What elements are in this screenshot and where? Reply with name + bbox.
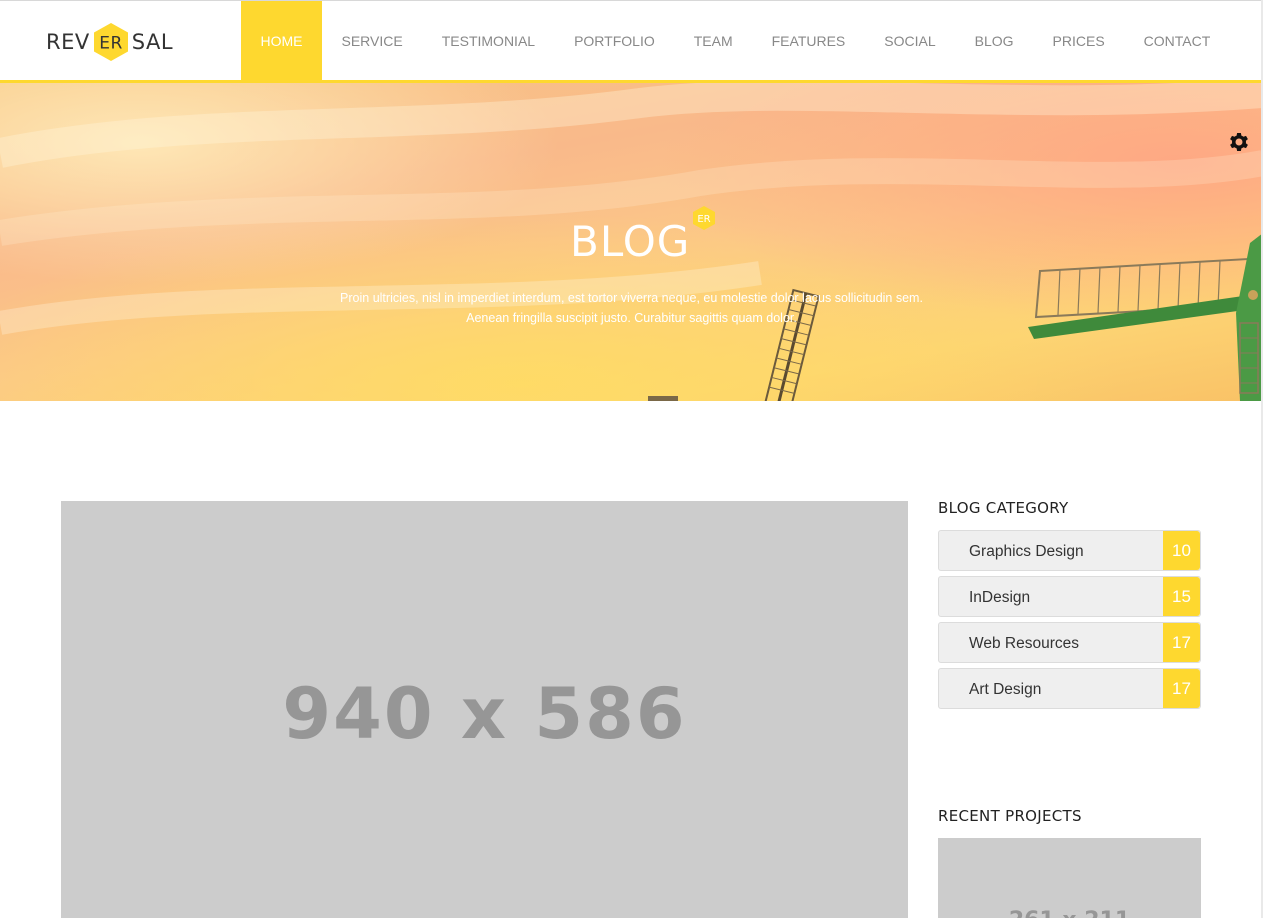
hero-title: BLOG [570, 217, 691, 266]
hero-badge-icon: ER [693, 206, 715, 230]
category-item[interactable]: Graphics Design 10 [938, 530, 1201, 571]
recent-project-image[interactable]: 261 x 211 [938, 838, 1201, 918]
category-label: InDesign [969, 589, 1031, 606]
nav-features[interactable]: FEATURES [752, 1, 865, 81]
logo-text-right: SAL [131, 30, 174, 54]
site-header: REV ER SAL HOME SERVICE TESTIMONIAL PORT… [0, 0, 1263, 83]
hero-subtitle: Proin ultricies, nisl in imperdiet inter… [0, 288, 1263, 328]
image-placeholder-text: 940 x 586 [282, 673, 687, 755]
logo-mark-text: ER [99, 34, 123, 54]
nav-prices[interactable]: PRICES [1033, 1, 1124, 81]
hero-banner: BLOG ER Proin ultricies, nisl in imperdi… [0, 83, 1263, 401]
category-count-badge: 15 [1163, 577, 1200, 616]
category-count-badge: 17 [1163, 669, 1200, 708]
nav-blog[interactable]: BLOG [955, 1, 1033, 81]
nav-testimonial[interactable]: TESTIMONIAL [422, 1, 554, 81]
hero-subtitle-line-2: Aenean fringilla suscipit justo. Curabit… [466, 311, 797, 325]
category-item[interactable]: InDesign 15 [938, 576, 1201, 617]
nav-team[interactable]: TEAM [674, 1, 752, 81]
hero-title-group: BLOG ER [570, 206, 715, 266]
category-item[interactable]: Web Resources 17 [938, 622, 1201, 663]
nav-contact[interactable]: CONTACT [1124, 1, 1230, 81]
category-item[interactable]: Art Design 17 [938, 668, 1201, 709]
logo-text-left: REV [46, 30, 90, 54]
gear-icon[interactable] [1227, 130, 1251, 154]
recent-projects-title: RECENT PROJECTS [938, 807, 1082, 825]
nav-home[interactable]: HOME [241, 1, 322, 81]
blog-category-title: BLOG CATEGORY [938, 499, 1069, 517]
blog-post-image[interactable]: 940 x 586 [61, 501, 908, 918]
hero-subtitle-line-1: Proin ultricies, nisl in imperdiet inter… [340, 291, 923, 305]
category-label: Graphics Design [969, 543, 1084, 560]
hero-badge-text: ER [697, 214, 710, 225]
blog-category-list: Graphics Design 10 InDesign 15 Web Resou… [938, 530, 1201, 714]
category-count-badge: 17 [1163, 623, 1200, 662]
nav-portfolio[interactable]: PORTFOLIO [555, 1, 675, 81]
site-logo[interactable]: REV ER SAL [46, 22, 173, 62]
nav-social[interactable]: SOCIAL [865, 1, 955, 81]
category-label: Art Design [969, 681, 1042, 698]
main-nav: HOME SERVICE TESTIMONIAL PORTFOLIO TEAM … [241, 1, 1230, 81]
nav-service[interactable]: SERVICE [322, 1, 422, 81]
category-label: Web Resources [969, 635, 1079, 652]
recent-image-placeholder-text: 261 x 211 [938, 908, 1201, 918]
logo-hexagon-icon: ER [93, 23, 128, 61]
category-count-badge: 10 [1163, 531, 1200, 570]
